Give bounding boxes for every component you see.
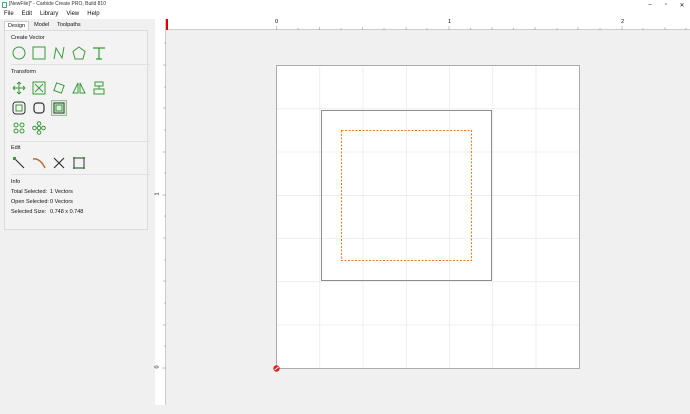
ruler-top-label-2: 2 — [621, 19, 625, 25]
minimize-button[interactable]: – — [642, 0, 658, 10]
left-panel: Design Model Toolpaths Create Vector Tra… — [0, 19, 151, 414]
app-icon — [2, 2, 7, 8]
trim-icon[interactable] — [51, 155, 67, 171]
info-value: 0.748 x 0.748 — [50, 209, 84, 215]
info-total-selected: Total Selected: 1 Vectors — [11, 189, 73, 195]
polygon-icon[interactable] — [71, 45, 87, 61]
canvas-drawing — [273, 65, 580, 372]
fillet-icon[interactable] — [31, 100, 47, 116]
tab-toolpaths[interactable]: Toolpaths — [54, 21, 84, 30]
edit-tools — [11, 155, 87, 171]
section-transform: Transform — [11, 69, 36, 75]
tab-model[interactable]: Model — [31, 21, 52, 30]
offset-icon[interactable] — [11, 100, 27, 116]
design-panel: Create Vector Transform Edit Info Total … — [4, 30, 150, 230]
rotate-icon[interactable] — [51, 80, 67, 96]
menu-view[interactable]: View — [62, 10, 83, 19]
section-info: Info — [11, 179, 21, 185]
ruler-origin-marker — [166, 19, 168, 30]
ruler-top-ticks — [276, 26, 687, 30]
rectangle-icon[interactable] — [31, 45, 47, 61]
tab-bar: Design Model Toolpaths — [4, 21, 86, 30]
mirror-icon[interactable] — [71, 80, 87, 96]
move-icon[interactable] — [11, 80, 27, 96]
bounding-box-icon[interactable] — [71, 155, 87, 171]
info-selected-size: Selected Size: 0.748 x 0.748 — [11, 209, 83, 215]
rectangular-array-icon[interactable] — [31, 120, 47, 136]
divider — [11, 141, 150, 142]
transform-tools-row-2 — [11, 100, 67, 116]
circular-array-icon[interactable] — [11, 120, 27, 136]
ruler-top-label-0: 0 — [275, 19, 279, 25]
menu-library[interactable]: Library — [36, 10, 62, 19]
divider — [11, 174, 150, 175]
maximize-button[interactable]: ▫ — [658, 0, 674, 10]
info-label: Total Selected: — [11, 189, 48, 195]
info-value: 0 Vectors — [50, 199, 73, 205]
divider — [11, 64, 150, 65]
ruler-left-label-1: 1 — [154, 192, 161, 196]
menu-help[interactable]: Help — [83, 10, 103, 19]
design-canvas[interactable] — [166, 30, 690, 405]
curve-edit-icon[interactable] — [31, 155, 47, 171]
ruler-top: 0 1 2 — [166, 19, 690, 30]
scale-icon[interactable] — [31, 80, 47, 96]
align-icon[interactable] — [91, 80, 107, 96]
info-open-selected: Open Selected: 0 Vectors — [11, 199, 73, 205]
menu-edit[interactable]: Edit — [18, 10, 36, 19]
ruler-left-label-0: 0 — [154, 365, 161, 369]
ruler-left-ticks — [162, 42, 166, 369]
text-icon[interactable] — [91, 45, 107, 61]
create-vector-tools — [11, 45, 107, 61]
boolean-icon[interactable] — [51, 100, 67, 116]
transform-tools-row-1 — [11, 80, 107, 96]
window-title: [NewFile]* - Carbide Create PRO, Build 8… — [9, 1, 106, 7]
ruler-top-label-1: 1 — [448, 19, 452, 25]
info-value: 1 Vectors — [50, 189, 73, 195]
menu-bar: File Edit Library View Help — [0, 10, 690, 19]
node-edit-icon[interactable] — [11, 155, 27, 171]
title-bar: [NewFile]* - Carbide Create PRO, Build 8… — [0, 0, 690, 10]
window-controls: – ▫ ✕ — [642, 0, 690, 10]
info-label: Selected Size: — [11, 209, 47, 215]
section-edit: Edit — [11, 145, 21, 151]
circle-icon[interactable] — [11, 45, 27, 61]
close-button[interactable]: ✕ — [674, 0, 690, 10]
polyline-icon[interactable] — [51, 45, 67, 61]
menu-file[interactable]: File — [0, 10, 18, 19]
info-label: Open Selected: — [11, 199, 49, 205]
transform-tools-row-3 — [11, 120, 47, 136]
ruler-left: 1 0 — [155, 19, 166, 405]
origin-marker — [273, 365, 280, 372]
tab-design[interactable]: Design — [4, 21, 30, 30]
section-create-vector: Create Vector — [11, 35, 45, 41]
